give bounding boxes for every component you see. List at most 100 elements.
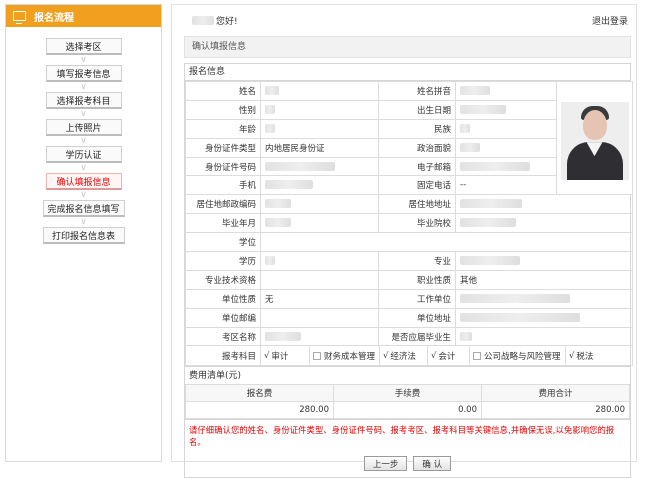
form-title: 报名信息	[185, 64, 630, 81]
checkbox-icon	[313, 351, 321, 360]
subject-label: 财务成本管理	[324, 351, 376, 362]
fee-header: 手续费	[333, 384, 482, 403]
label-email: 电子邮箱	[378, 156, 456, 177]
registration-info-box: 报名信息 姓名 姓名拼音 性别 出生日期 年龄 民族 身份证件类型 内地居民身份…	[184, 63, 633, 478]
value-unit-postcode	[260, 307, 379, 328]
table-row: 考区名称 是否应届毕业生	[185, 326, 633, 347]
subject-option: √ 审计	[262, 347, 310, 365]
label-fresh-grad: 是否应届毕业生	[378, 326, 456, 347]
table-row: 居住地邮政编码 居住地地址	[185, 194, 633, 215]
label-birth-date: 出生日期	[378, 99, 456, 120]
checkbox-icon	[473, 351, 481, 360]
table-row: 毕业年月 毕业院校	[185, 213, 633, 234]
value-political-status	[455, 137, 557, 158]
step-list: 选择考区 ∨ 填写报考信息 ∨ 选择报考科目 ∨ 上传照片 ∨ 学历认证 ∨ 确认填报信息 ∨ 完成报名…	[6, 27, 161, 244]
subject-option: √ 经济法	[379, 346, 427, 365]
label-mobile: 手机	[185, 175, 261, 196]
fee-value: 280.00	[185, 401, 334, 420]
label-occupation-type: 职业性质	[378, 269, 456, 290]
redacted-username	[192, 16, 214, 25]
subject-label: 审计	[271, 351, 289, 362]
applicant-photo	[560, 102, 629, 181]
logout-link[interactable]: 退出登录	[592, 14, 628, 27]
value-name	[260, 81, 379, 101]
label-unit-type: 单位性质	[185, 288, 261, 309]
table-row: 学历 专业	[185, 251, 633, 271]
value-unit-type: 无	[260, 288, 379, 309]
label-ethnicity: 民族	[378, 118, 456, 139]
label-major: 专业	[378, 251, 456, 271]
table-row: 姓名 姓名拼音	[185, 80, 633, 196]
fee-table: 报名费 手续费 费用合计 280.00 0.00 280.00	[185, 384, 630, 420]
label-postal-code: 居住地邮政编码	[185, 194, 261, 215]
step-item[interactable]: 打印报名信息表	[42, 227, 125, 244]
confirm-button[interactable]: 确 认	[413, 456, 452, 472]
action-buttons: 上一步 确 认	[185, 452, 630, 477]
fee-header: 报名费	[185, 384, 334, 403]
step-item[interactable]: 选择考区	[45, 38, 122, 55]
subject-list: √ 审计 财务成本管理 √ 经济法 √ 会计 公司战略与风险管理 √ 税法	[262, 346, 632, 365]
label-degree: 学位	[185, 232, 261, 253]
fee-value: 0.00	[333, 401, 482, 420]
value-employer	[455, 288, 633, 309]
value-occupation-type: 其他	[455, 269, 633, 290]
fee-value-row: 280.00 0.00 280.00	[185, 401, 630, 420]
label-address: 居住地地址	[378, 194, 456, 215]
warning-notice: 请仔细确认您的姓名、身份证件类型、身份证件号码、报考考区、报考科目等关键信息,并…	[185, 419, 630, 452]
value-birth-date	[455, 99, 557, 120]
step-item[interactable]: 学历认证	[45, 146, 122, 163]
step-item[interactable]: 选择报考科目	[45, 92, 122, 109]
table-row: 学位	[185, 232, 633, 253]
label-id-type: 身份证件类型	[185, 137, 261, 158]
label-education: 学历	[185, 251, 261, 271]
subject-option: √ 税法	[565, 346, 605, 365]
table-row: 专业技术资格 职业性质 其他	[185, 269, 633, 290]
photo-cell	[556, 80, 633, 196]
value-ethnicity	[455, 118, 557, 139]
label-landline: 固定电话	[378, 175, 456, 196]
value-id-type: 内地居民身份证	[260, 137, 379, 158]
label-grad-date: 毕业年月	[185, 213, 261, 234]
value-address	[455, 194, 633, 215]
fee-header-row: 报名费 手续费 费用合计	[185, 384, 630, 403]
checkmark-icon: √	[383, 350, 389, 361]
step-item[interactable]: 确认填报信息	[45, 173, 122, 190]
chevron-down-icon: ∨	[80, 81, 87, 92]
subjects-cell: √ 审计 财务成本管理 √ 经济法 √ 会计 公司战略与风险管理 √ 税法	[260, 345, 633, 367]
value-education	[260, 251, 379, 271]
subject-option: √ 会计	[427, 346, 469, 365]
step-item[interactable]: 完成报名信息填写	[42, 200, 125, 217]
label-unit-address: 单位地址	[378, 307, 456, 328]
top-bar: 您好! 退出登录	[172, 5, 636, 31]
prev-step-button[interactable]: 上一步	[363, 456, 408, 472]
label-political-status: 政治面貌	[378, 137, 456, 158]
label-exam-area: 考区名称	[185, 326, 261, 347]
checkmark-icon: √	[569, 350, 575, 361]
table-row: 报考科目 √ 审计 财务成本管理 √ 经济法 √ 会计 公司战略与风险管理 √ 税法	[185, 345, 633, 367]
subject-option: 公司战略与风险管理	[469, 346, 565, 365]
process-sidebar: 报名流程 选择考区 ∨ 填写报考信息 ∨ 选择报考科目 ∨ 上传照片 ∨ 学历认证 ∨ 确认填报信息…	[5, 4, 162, 462]
fee-value: 280.00	[481, 401, 630, 420]
value-major	[455, 251, 633, 271]
label-tech-qualification: 专业技术资格	[185, 269, 261, 290]
value-fresh-grad	[455, 326, 633, 347]
chevron-down-icon: ∨	[80, 54, 87, 65]
label-unit-postcode: 单位邮编	[185, 307, 261, 328]
step-item[interactable]: 上传照片	[45, 119, 122, 136]
greeting: 您好!	[192, 14, 238, 27]
label-gender: 性别	[185, 99, 261, 120]
value-age	[260, 118, 379, 139]
value-postal-code	[260, 194, 379, 215]
chevron-down-icon: ∨	[80, 189, 87, 200]
chevron-down-icon: ∨	[80, 108, 87, 119]
value-degree	[260, 232, 633, 253]
value-id-number	[260, 156, 379, 177]
step-item[interactable]: 填写报考信息	[45, 65, 122, 82]
subject-label: 公司战略与风险管理	[484, 351, 561, 362]
greeting-text: 您好!	[216, 17, 238, 27]
subject-label: 经济法	[390, 351, 416, 362]
value-grad-date	[260, 213, 379, 234]
sidebar-header: 报名流程	[6, 5, 161, 27]
subject-option: 财务成本管理	[309, 346, 379, 365]
label-name: 姓名	[185, 81, 261, 101]
